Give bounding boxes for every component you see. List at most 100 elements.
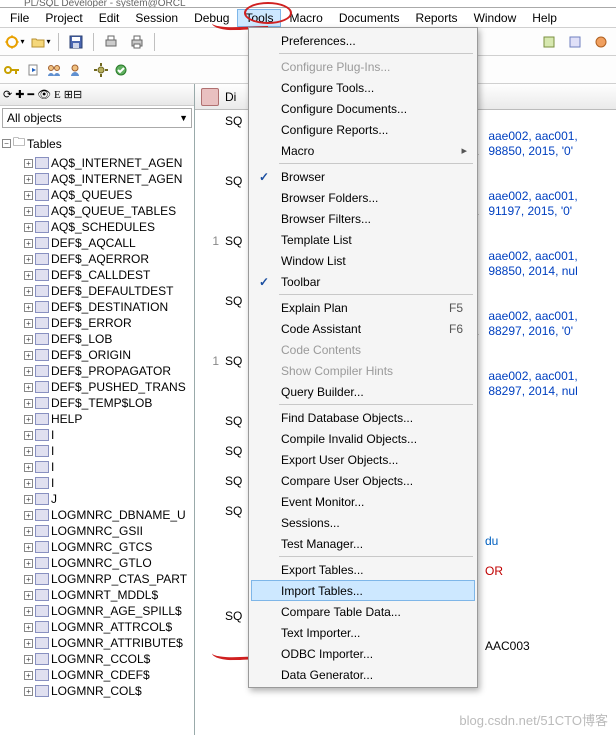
print-setup-button[interactable]: [126, 31, 148, 53]
collapse-toggle[interactable]: −: [2, 139, 11, 148]
menu-item-import-tables[interactable]: Import Tables...: [251, 580, 475, 601]
menu-macro[interactable]: Macro: [281, 9, 330, 27]
gear-icon[interactable]: [94, 63, 108, 77]
menu-item-event-monitor[interactable]: Event Monitor...: [251, 491, 475, 512]
expand-toggle[interactable]: +: [24, 287, 33, 296]
expand-toggle[interactable]: +: [24, 335, 33, 344]
table-row[interactable]: +AQ$_INTERNET_AGEN: [24, 171, 194, 187]
tool-icon[interactable]: [564, 31, 586, 53]
menu-debug[interactable]: Debug: [186, 9, 237, 27]
table-row[interactable]: +DEF$_AQCALL: [24, 235, 194, 251]
expand-toggle[interactable]: +: [24, 255, 33, 264]
find-icon[interactable]: 👁: [37, 88, 51, 101]
menu-item-compare-table-data[interactable]: Compare Table Data...: [251, 601, 475, 622]
db-icon[interactable]: [201, 88, 219, 106]
menu-item-configure-tools[interactable]: Configure Tools...: [251, 77, 475, 98]
table-row[interactable]: +DEF$_CALLDEST: [24, 267, 194, 283]
print-button[interactable]: [100, 31, 122, 53]
open-button[interactable]: [30, 31, 52, 53]
menu-item-configure-documents[interactable]: Configure Documents...: [251, 98, 475, 119]
new-button[interactable]: [4, 31, 26, 53]
expand-toggle[interactable]: +: [24, 239, 33, 248]
expand-toggle[interactable]: +: [24, 559, 33, 568]
table-row[interactable]: +I: [24, 443, 194, 459]
menu-item-window-list[interactable]: Window List: [251, 250, 475, 271]
menu-item-code-assistant[interactable]: Code AssistantF6: [251, 318, 475, 339]
menu-item-template-list[interactable]: Template List: [251, 229, 475, 250]
menu-item-export-user-objects[interactable]: Export User Objects...: [251, 449, 475, 470]
users-icon[interactable]: [46, 63, 62, 77]
refresh-icon[interactable]: ⟳: [3, 88, 12, 101]
expand-toggle[interactable]: +: [24, 271, 33, 280]
expand-toggle[interactable]: +: [24, 671, 33, 680]
expand-toggle[interactable]: +: [24, 543, 33, 552]
table-row[interactable]: +DEF$_PUSHED_TRANS: [24, 379, 194, 395]
menu-window[interactable]: Window: [466, 9, 525, 27]
table-row[interactable]: +DEF$_TEMP$LOB: [24, 395, 194, 411]
menu-item-compile-invalid-objects[interactable]: Compile Invalid Objects...: [251, 428, 475, 449]
table-row[interactable]: +I: [24, 475, 194, 491]
menu-item-browser-filters[interactable]: Browser Filters...: [251, 208, 475, 229]
table-row[interactable]: +DEF$_ORIGIN: [24, 347, 194, 363]
table-row[interactable]: +LOGMNRC_GTLO: [24, 555, 194, 571]
expand-toggle[interactable]: +: [24, 415, 33, 424]
tool-icon[interactable]: [590, 31, 612, 53]
expand-toggle[interactable]: +: [24, 223, 33, 232]
table-row[interactable]: +LOGMNRP_CTAS_PART: [24, 571, 194, 587]
table-row[interactable]: +LOGMNRC_DBNAME_U: [24, 507, 194, 523]
table-row[interactable]: +HELP: [24, 411, 194, 427]
object-tree[interactable]: − 🗀 Tables +AQ$_INTERNET_AGEN+AQ$_INTERN…: [0, 130, 194, 735]
table-row[interactable]: +AQ$_INTERNET_AGEN: [24, 155, 194, 171]
menu-tools[interactable]: Tools: [237, 9, 281, 27]
expand-toggle[interactable]: +: [24, 191, 33, 200]
expand-toggle[interactable]: +: [24, 495, 33, 504]
expand-toggle[interactable]: +: [24, 399, 33, 408]
table-row[interactable]: +LOGMNR_ATTRCOL$: [24, 619, 194, 635]
table-row[interactable]: +LOGMNRC_GSII: [24, 523, 194, 539]
menu-item-odbc-importer[interactable]: ODBC Importer...: [251, 643, 475, 664]
expand-toggle[interactable]: +: [24, 367, 33, 376]
tool-icon[interactable]: [538, 31, 560, 53]
expand-toggle[interactable]: +: [24, 623, 33, 632]
table-row[interactable]: +DEF$_DEFAULTDEST: [24, 283, 194, 299]
object-filter-combo[interactable]: All objects ▼: [2, 108, 192, 128]
save-button[interactable]: [65, 31, 87, 53]
expand-toggle[interactable]: +: [24, 527, 33, 536]
menu-item-browser-folders[interactable]: Browser Folders...: [251, 187, 475, 208]
tree-icon[interactable]: ⊞⊟: [64, 88, 82, 101]
expand-toggle[interactable]: +: [24, 479, 33, 488]
table-row[interactable]: +DEF$_ERROR: [24, 315, 194, 331]
table-row[interactable]: +DEF$_LOB: [24, 331, 194, 347]
menu-file[interactable]: File: [2, 9, 37, 27]
table-row[interactable]: +I: [24, 459, 194, 475]
expand-toggle[interactable]: +: [24, 303, 33, 312]
menu-edit[interactable]: Edit: [91, 9, 128, 27]
expand-toggle[interactable]: +: [24, 463, 33, 472]
table-row[interactable]: +LOGMNR_ATTRIBUTE$: [24, 635, 194, 651]
menu-item-macro[interactable]: Macro: [251, 140, 475, 161]
expand-icon[interactable]: ✚: [15, 88, 24, 101]
expand-toggle[interactable]: +: [24, 431, 33, 440]
table-row[interactable]: +I: [24, 427, 194, 443]
menu-item-sessions[interactable]: Sessions...: [251, 512, 475, 533]
menu-item-preferences[interactable]: Preferences...: [251, 30, 475, 51]
table-row[interactable]: +LOGMNR_COL$: [24, 683, 194, 699]
table-row[interactable]: +LOGMNR_CCOL$: [24, 651, 194, 667]
expand-toggle[interactable]: +: [24, 687, 33, 696]
expand-toggle[interactable]: +: [24, 319, 33, 328]
menu-item-query-builder[interactable]: Query Builder...: [251, 381, 475, 402]
commit-icon[interactable]: [114, 63, 128, 77]
table-row[interactable]: +AQ$_QUEUE_TABLES: [24, 203, 194, 219]
collapse-icon[interactable]: ━: [27, 88, 34, 101]
table-row[interactable]: +AQ$_QUEUES: [24, 187, 194, 203]
table-row[interactable]: +LOGMNR_AGE_SPILL$: [24, 603, 194, 619]
table-row[interactable]: +AQ$_SCHEDULES: [24, 219, 194, 235]
menu-item-export-tables[interactable]: Export Tables...: [251, 559, 475, 580]
table-row[interactable]: +LOGMNRC_GTCS: [24, 539, 194, 555]
table-row[interactable]: +LOGMNRT_MDDL$: [24, 587, 194, 603]
filter-icon[interactable]: E: [54, 89, 61, 101]
expand-toggle[interactable]: +: [24, 591, 33, 600]
expand-toggle[interactable]: +: [24, 383, 33, 392]
menu-item-text-importer[interactable]: Text Importer...: [251, 622, 475, 643]
run-icon[interactable]: [26, 63, 40, 77]
